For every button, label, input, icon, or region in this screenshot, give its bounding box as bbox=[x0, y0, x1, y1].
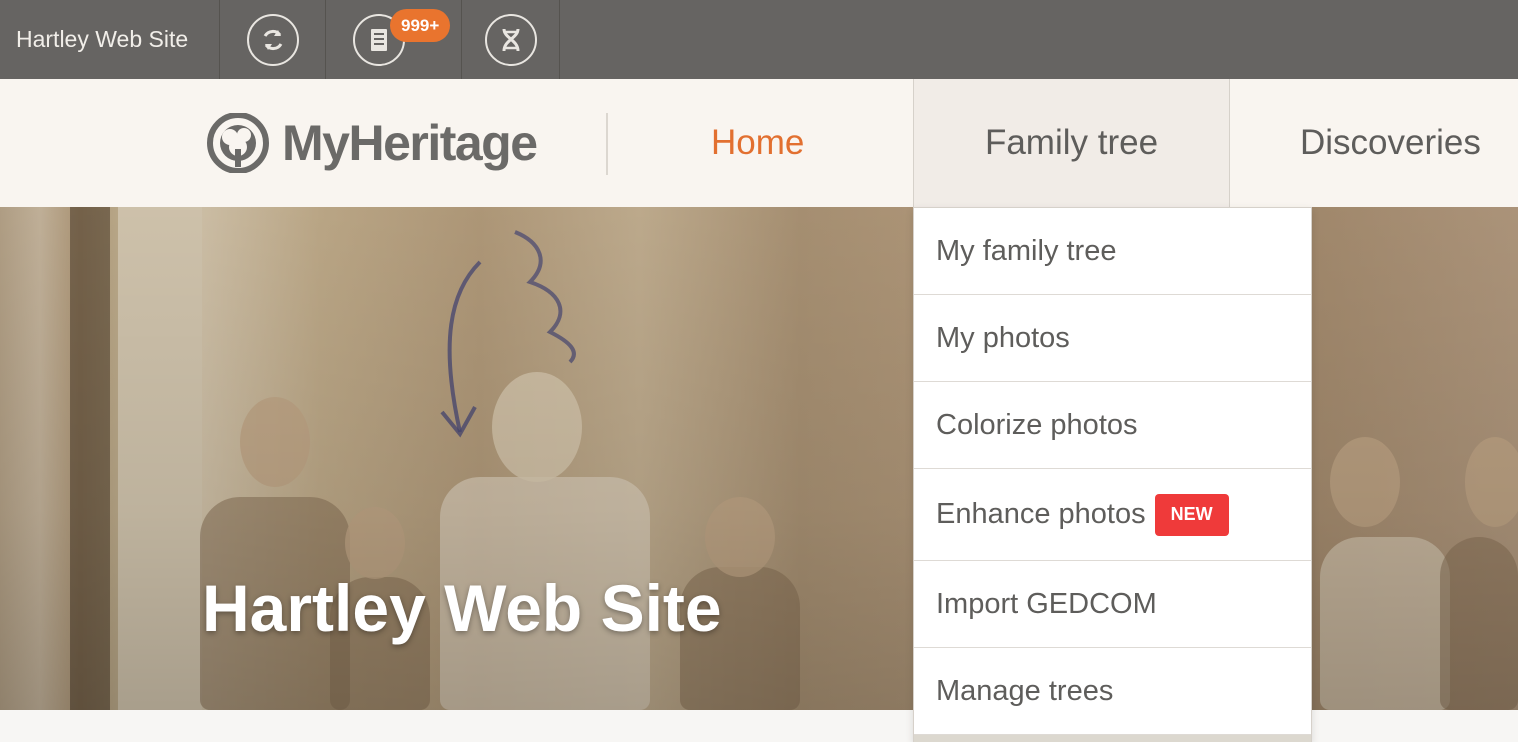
menu-item-label: Enhance photos bbox=[936, 498, 1146, 530]
menu-item-label: Manage trees bbox=[936, 674, 1114, 707]
menu-item-my-photos[interactable]: My photos bbox=[914, 295, 1311, 382]
top-utility-bar: Hartley Web Site 999+ bbox=[0, 0, 1518, 79]
nav-family-tree[interactable]: Family tree bbox=[913, 79, 1230, 207]
main-header: MyHeritage Home Family tree Discoveries bbox=[0, 79, 1518, 207]
myheritage-logo[interactable]: MyHeritage bbox=[202, 113, 538, 173]
family-tree-dropdown-menu: My family tree My photos Colorize photos… bbox=[913, 207, 1312, 742]
menu-item-label: My photos bbox=[936, 321, 1070, 354]
header-divider bbox=[606, 113, 608, 175]
menu-item-manage-trees[interactable]: Manage trees bbox=[914, 648, 1311, 735]
dna-icon bbox=[485, 13, 537, 66]
menu-item-colorize-photos[interactable]: Colorize photos bbox=[914, 382, 1311, 469]
new-badge: NEW bbox=[1154, 493, 1229, 536]
logo-text: MyHeritage bbox=[282, 115, 538, 171]
menu-item-label: Colorize photos bbox=[936, 408, 1138, 441]
menu-item-label: My family tree bbox=[936, 234, 1117, 267]
menu-item-my-family-tree[interactable]: My family tree bbox=[914, 208, 1311, 295]
nav-home[interactable]: Home bbox=[711, 79, 804, 207]
hero-title: Hartley Web Site bbox=[202, 571, 722, 645]
sync-button[interactable] bbox=[221, 0, 326, 79]
menu-item-enhance-photos[interactable]: Enhance photos NEW bbox=[914, 469, 1311, 561]
sync-icon bbox=[247, 13, 299, 66]
site-name-link[interactable]: Hartley Web Site bbox=[0, 0, 220, 79]
notifications-badge: 999+ bbox=[390, 9, 451, 42]
nav-discoveries[interactable]: Discoveries bbox=[1300, 79, 1481, 207]
menu-next-item-edge bbox=[914, 735, 1311, 742]
dna-button[interactable] bbox=[463, 0, 560, 79]
menu-item-label: Import GEDCOM bbox=[936, 587, 1157, 620]
menu-item-import-gedcom[interactable]: Import GEDCOM bbox=[914, 561, 1311, 648]
tree-logo-icon bbox=[207, 113, 269, 173]
